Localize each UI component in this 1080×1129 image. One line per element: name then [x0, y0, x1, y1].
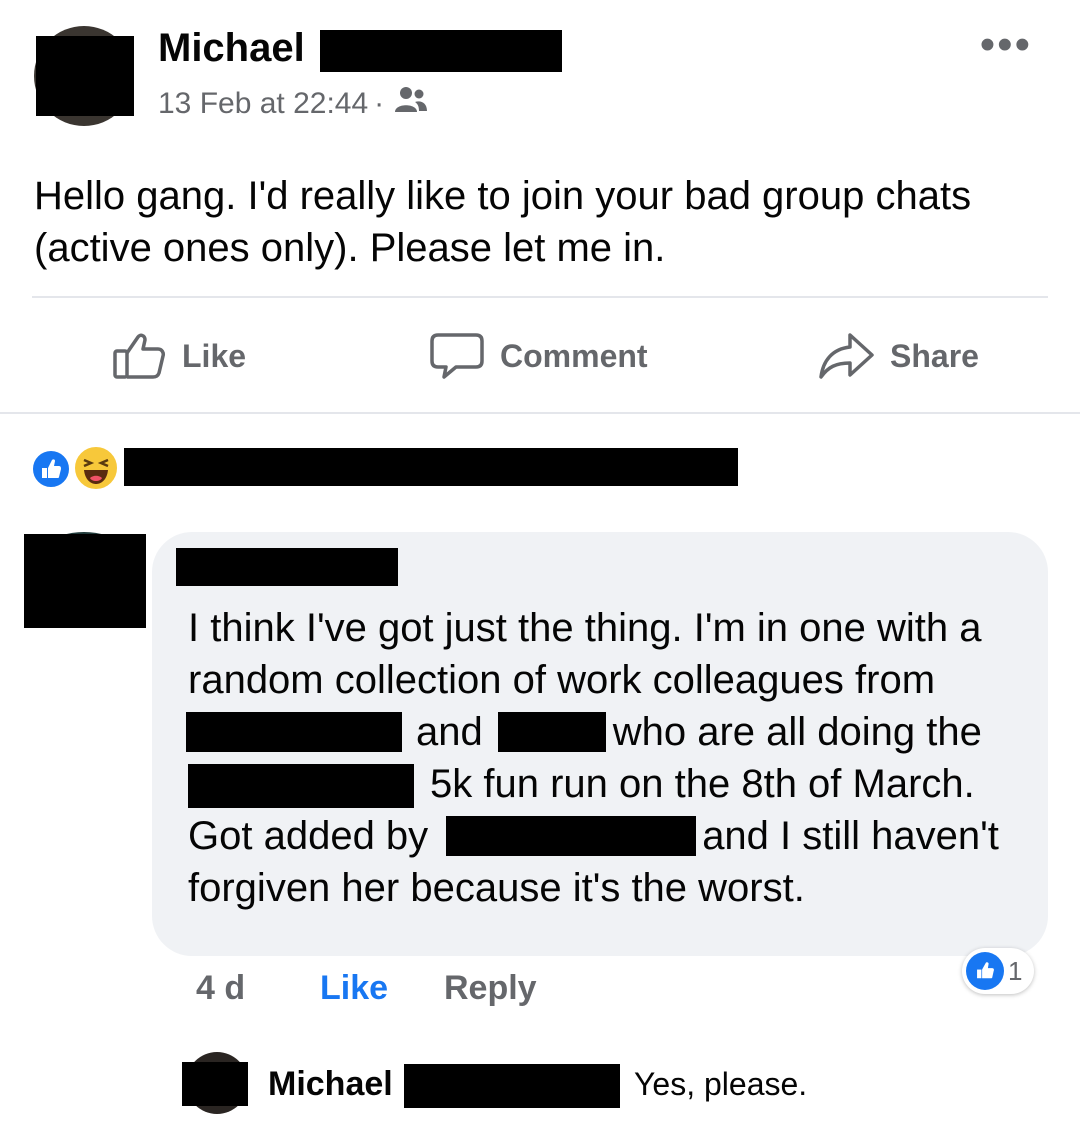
redaction [320, 30, 562, 72]
comment-reply-button[interactable]: Reply [444, 962, 537, 1014]
more-options-button[interactable]: ••• [980, 23, 1032, 67]
like-reaction-icon[interactable] [30, 448, 72, 490]
reply-author-name[interactable]: Michael [268, 1062, 393, 1106]
post-text: Hello gang. I'd really like to join your… [34, 174, 972, 270]
post-meta: 13 Feb at 22:44 · [158, 84, 428, 126]
like-label: Like [182, 337, 247, 374]
post-timestamp[interactable]: 13 Feb at 22:44 [158, 87, 368, 120]
comment-line: random collection of work colleagues fro… [188, 658, 936, 702]
redaction [176, 548, 398, 586]
comment-text: I think I've got just the thing. I'm in … [188, 602, 1028, 914]
divider [32, 296, 1048, 298]
comment-line: forgiven her because it's the worst. [188, 866, 805, 910]
comment-reaction-count[interactable]: 1 [962, 948, 1035, 994]
thumbs-up-icon [112, 331, 166, 381]
redaction [186, 712, 402, 752]
redaction [36, 36, 134, 116]
group-icon [394, 85, 428, 126]
share-button[interactable]: Share [818, 330, 979, 382]
redaction [188, 764, 414, 808]
redaction [24, 534, 146, 628]
comment-label: Comment [500, 337, 648, 374]
share-arrow-icon [818, 331, 874, 381]
comment-age[interactable]: 4 d [196, 962, 245, 1014]
post-author-name[interactable]: Michael [158, 24, 305, 72]
redaction [404, 1064, 620, 1108]
redaction [446, 816, 696, 856]
share-label: Share [890, 337, 979, 374]
redaction [182, 1062, 248, 1106]
comment-like-button[interactable]: Like [320, 962, 388, 1014]
like-button[interactable]: Like [112, 330, 246, 382]
comment-bubble-icon [430, 331, 484, 381]
redaction [498, 712, 606, 752]
redaction [124, 448, 738, 486]
reply-text: Yes, please. [634, 1066, 808, 1102]
comment-button[interactable]: Comment [430, 330, 648, 382]
like-reaction-icon [966, 952, 1004, 990]
comment-line: I think I've got just the thing. I'm in … [188, 606, 982, 650]
haha-reaction-icon[interactable] [72, 444, 120, 492]
divider [0, 412, 1080, 414]
like-count: 1 [1008, 955, 1023, 986]
